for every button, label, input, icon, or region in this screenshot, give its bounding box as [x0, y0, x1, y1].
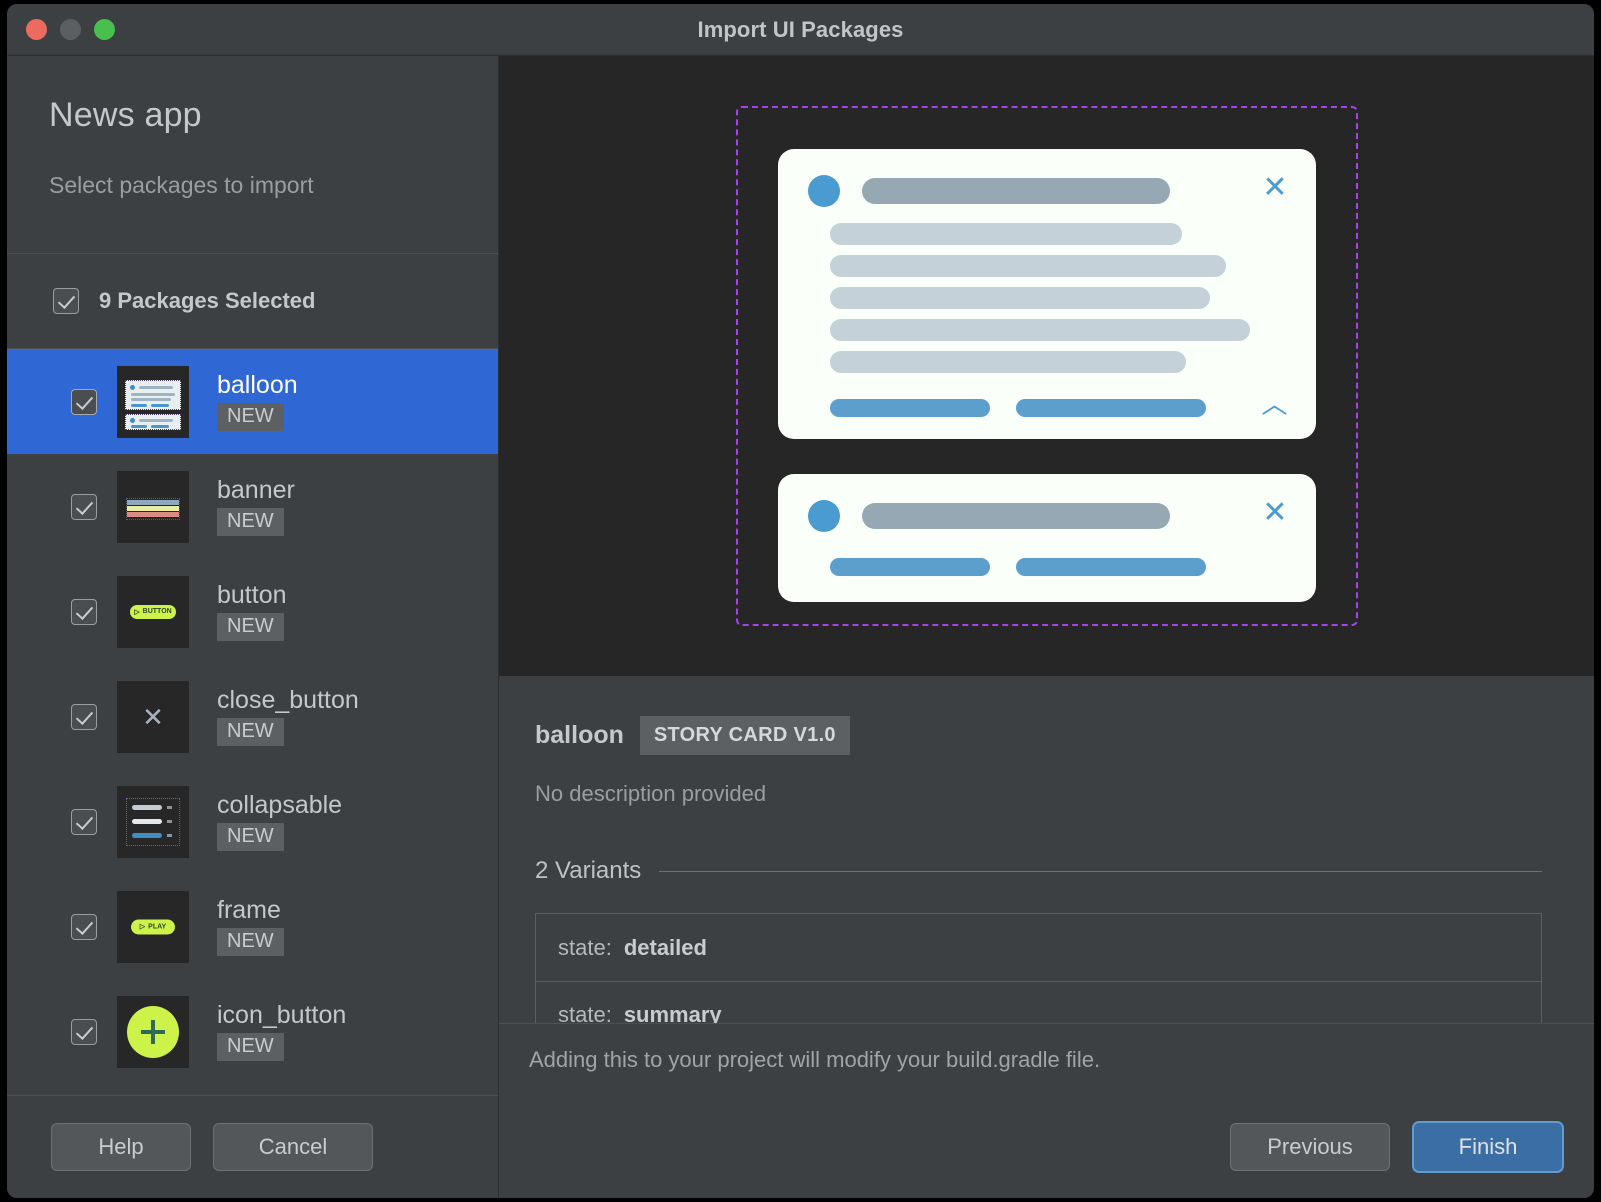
package-details: balloon STORY CARD V1.0 No description p… [499, 676, 1594, 1023]
package-name-frame: frame [217, 895, 281, 924]
card-header [807, 500, 1288, 532]
card-title-placeholder [861, 503, 1170, 529]
dialog-body: News app Select packages to import 9 Pac… [7, 56, 1594, 1198]
section-divider [659, 870, 1542, 872]
card-action-secondary[interactable] [1015, 399, 1206, 417]
variant-value: summary [623, 1002, 722, 1023]
window-titlebar: Import UI Packages [7, 4, 1594, 56]
sidebar-header: News app Select packages to import [7, 56, 498, 254]
details-version-badge: STORY CARD V1.0 [639, 716, 850, 755]
variants-count-label: 2 Variants [535, 857, 642, 884]
package-checkbox-collapsable[interactable] [71, 808, 97, 835]
app-title: News app [49, 96, 202, 134]
card-close-icon[interactable]: ✕ [1262, 173, 1287, 203]
summary-story-card: ✕ [777, 474, 1316, 602]
package-row-banner[interactable]: banner NEW [7, 454, 498, 559]
button-thumbnail: ▷ BUTTON [117, 575, 189, 648]
balloon-thumbnail [117, 365, 189, 438]
variant-value: detailed [623, 934, 707, 960]
package-text-collapsable: collapsable NEW [209, 790, 343, 852]
details-description: No description provided [535, 781, 767, 806]
preview-bounding-frame: ✕ ︿ ✕ [735, 106, 1358, 626]
card-body-lines [829, 223, 1288, 373]
finish-button[interactable]: Finish [1412, 1120, 1564, 1173]
card-actions [829, 399, 1288, 417]
chevron-up-icon[interactable]: ︿ [1261, 391, 1287, 417]
package-badge-balloon: NEW [217, 403, 284, 432]
selected-count-label: 9 Packages Selected [99, 288, 316, 313]
icon-button-thumbnail [117, 995, 189, 1068]
package-text-frame: frame NEW [209, 895, 284, 957]
card-title-placeholder [861, 178, 1170, 204]
package-checkbox-close-button[interactable] [71, 703, 97, 730]
plus-icon [127, 1005, 179, 1058]
details-header: balloon STORY CARD V1.0 [535, 716, 1542, 755]
package-checkbox-frame[interactable] [71, 913, 97, 940]
cancel-button[interactable]: Cancel [213, 1123, 373, 1171]
previous-button[interactable]: Previous [1230, 1122, 1390, 1171]
detailed-story-card: ✕ ︿ [777, 149, 1316, 439]
build-gradle-note: Adding this to your project will modify … [499, 1023, 1594, 1095]
package-badge-collapsable: NEW [217, 823, 284, 852]
avatar [807, 175, 840, 207]
package-text-icon-button: icon_button NEW [209, 1000, 347, 1062]
package-row-frame[interactable]: ▷ PLAY frame NEW [7, 874, 498, 979]
variants-list: state: detailed state: summary [535, 913, 1542, 1023]
close-x-icon: ✕ [142, 701, 164, 732]
package-badge-icon-button: NEW [217, 1033, 284, 1062]
variant-key: state: [558, 1002, 612, 1023]
card-close-icon[interactable]: ✕ [1262, 498, 1287, 528]
package-name-icon-button: icon_button [217, 1000, 347, 1029]
dialog-footer: Previous Finish [499, 1095, 1594, 1198]
frame-thumbnail: ▷ PLAY [117, 890, 189, 963]
card-action-primary[interactable] [829, 558, 990, 576]
select-all-row[interactable]: 9 Packages Selected [7, 254, 498, 349]
banner-thumbnail [117, 470, 189, 543]
variant-key: state: [558, 934, 612, 960]
package-text-balloon: balloon NEW [209, 370, 298, 432]
package-badge-banner: NEW [217, 508, 284, 537]
package-row-icon-button[interactable]: icon_button NEW [7, 979, 498, 1084]
help-button[interactable]: Help [51, 1123, 191, 1171]
card-header [807, 175, 1288, 207]
detail-pane: ✕ ︿ ✕ balloon STORY CARD V1.0 No descrip… [499, 56, 1594, 1198]
card-actions [829, 558, 1288, 576]
variant-row[interactable]: state: summary [536, 981, 1541, 1023]
package-text-button: button NEW [209, 580, 287, 642]
sidebar-subtitle: Select packages to import [49, 172, 314, 198]
package-badge-frame: NEW [217, 928, 284, 957]
sidebar-footer: Help Cancel [7, 1095, 498, 1198]
window-title: Import UI Packages [697, 16, 904, 42]
package-text-close-button: close_button NEW [209, 685, 359, 747]
package-checkbox-icon-button[interactable] [71, 1018, 97, 1045]
packages-sidebar: News app Select packages to import 9 Pac… [7, 56, 499, 1198]
import-ui-packages-dialog: Import UI Packages News app Select packa… [7, 4, 1594, 1198]
variant-row[interactable]: state: detailed [536, 914, 1541, 981]
details-package-name: balloon [535, 721, 624, 749]
card-action-primary[interactable] [829, 399, 990, 417]
close-button-thumbnail: ✕ [117, 680, 189, 753]
package-name-button: button [217, 580, 287, 609]
select-all-checkbox[interactable] [53, 288, 79, 314]
package-list[interactable]: balloon NEW banner NEW ▷ BUTTON button N… [7, 349, 498, 1095]
package-row-collapsable[interactable]: collapsable NEW [7, 769, 498, 874]
package-checkbox-balloon[interactable] [71, 388, 97, 415]
package-row-balloon[interactable]: balloon NEW [7, 349, 498, 454]
package-name-banner: banner [217, 475, 295, 504]
variants-section-header: 2 Variants [535, 857, 1542, 885]
card-action-secondary[interactable] [1015, 558, 1206, 576]
package-text-banner: banner NEW [209, 475, 295, 537]
package-name-balloon: balloon [217, 370, 298, 399]
package-name-close-button: close_button [217, 685, 359, 714]
package-row-button[interactable]: ▷ BUTTON button NEW [7, 559, 498, 664]
component-preview: ✕ ︿ ✕ [499, 56, 1594, 676]
package-checkbox-button[interactable] [71, 598, 97, 625]
package-badge-close-button: NEW [217, 718, 284, 747]
package-name-collapsable: collapsable [217, 790, 343, 819]
package-badge-button: NEW [217, 613, 284, 642]
avatar [807, 500, 840, 532]
package-row-close-button[interactable]: ✕ close_button NEW [7, 664, 498, 769]
package-checkbox-banner[interactable] [71, 493, 97, 520]
collapsable-thumbnail [117, 785, 189, 858]
